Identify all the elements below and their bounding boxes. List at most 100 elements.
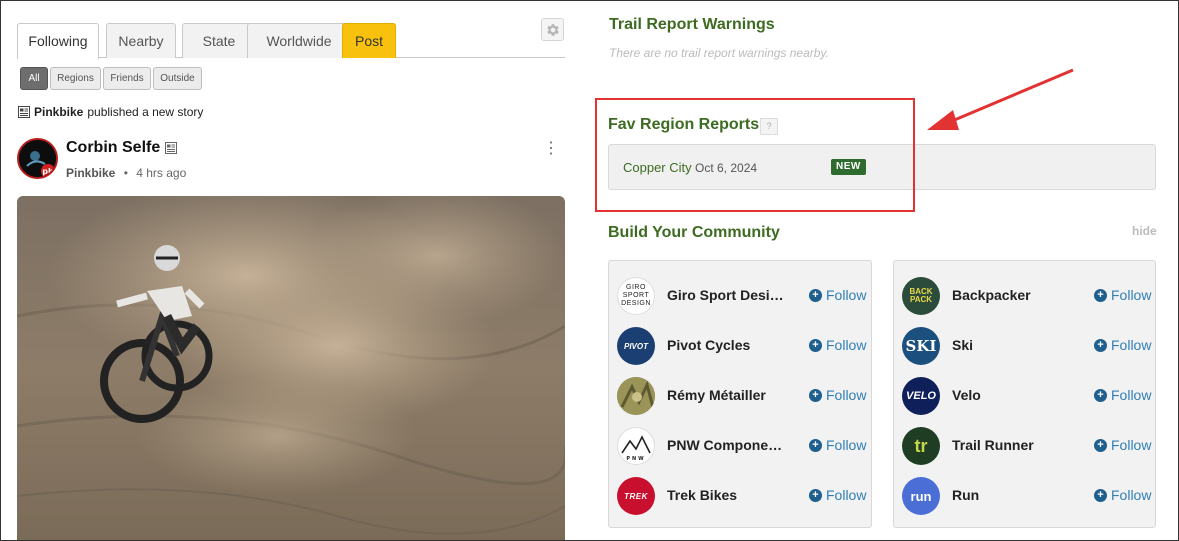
plus-icon: + [809,438,822,452]
remy-avatar-icon[interactable] [617,377,655,415]
list-item: PIVOT Pivot Cycles + Follow [609,322,871,372]
tab-state[interactable]: State [182,23,256,58]
plus-icon: + [1094,338,1107,352]
follow-button[interactable]: + Follow [809,387,866,403]
gear-icon [546,23,559,36]
feed-tabs: Following Nearby State Worldwide Post [17,23,565,59]
community-card-left: GIRO SPORT DESIGN Giro Sport Desi… + Fol… [608,260,872,528]
story-publisher[interactable]: Pinkbike [34,105,83,119]
post-time: 4 hrs ago [136,166,187,180]
brand-name[interactable]: Backpacker [952,287,1031,303]
post-button[interactable]: Post [342,23,396,58]
follow-button[interactable]: + Follow [1094,287,1151,303]
pnw-mountains: PNW [621,435,651,462]
pivot-logo-icon[interactable]: PIVOT [617,327,655,365]
follow-button[interactable]: + Follow [809,287,866,303]
follow-label: Follow [1111,437,1152,453]
list-item: tr Trail Runner + Follow [894,422,1155,472]
follow-button[interactable]: + Follow [1094,337,1151,353]
follow-button[interactable]: + Follow [1094,387,1151,403]
logo-text: tr [914,435,928,456]
author-avatar[interactable]: pb [17,138,58,179]
brand-name[interactable]: Giro Sport Desi… [667,287,784,303]
ski-logo-icon[interactable]: SKI [902,327,940,365]
follow-button[interactable]: + Follow [809,337,866,353]
follow-label: Follow [1111,337,1152,353]
list-item: SKI Ski + Follow [894,322,1155,372]
plus-icon: + [1094,288,1107,302]
brand-name[interactable]: Trek Bikes [667,487,737,503]
follow-button[interactable]: + Follow [809,487,866,503]
plus-icon: + [809,488,822,502]
follow-button[interactable]: + Follow [809,437,866,453]
hide-community-link[interactable]: hide [1132,224,1157,238]
list-item: BACK PACK Backpacker + Follow [894,272,1155,322]
follow-label: Follow [826,437,867,453]
author-name[interactable]: Corbin Selfe [66,139,178,157]
follow-button[interactable]: + Follow [1094,487,1151,503]
community-title: Build Your Community [608,224,780,241]
list-item: run Run + Follow [894,472,1155,522]
author-name-text[interactable]: Corbin Selfe [66,139,160,157]
avatar-badge: pb [42,167,54,176]
list-item: TREK Trek Bikes + Follow [609,472,871,522]
meta-separator: • [123,166,128,180]
story-note-text: published a new story [87,105,204,119]
brand-name[interactable]: PNW Compone… [667,437,782,453]
follow-label: Follow [1111,487,1152,503]
brand-name[interactable]: Rémy Métailler [667,387,766,403]
trail-runner-logo-icon[interactable]: tr [902,427,940,465]
trail-warnings-empty: There are no trail report warnings nearb… [609,46,829,60]
tab-following[interactable]: Following [17,23,99,59]
remy-photo [617,377,655,415]
pnw-logo-icon[interactable]: PNW [617,427,655,465]
newspaper-icon [165,142,178,154]
follow-label: Follow [1111,387,1152,403]
post-source[interactable]: Pinkbike [66,166,115,180]
plus-icon: + [809,288,822,302]
annotation-arrow-icon [927,68,1074,130]
run-logo-icon[interactable]: run [902,477,940,515]
backpacker-logo-icon[interactable]: BACK PACK [902,277,940,315]
post-meta: Pinkbike • 4 hrs ago [66,166,186,180]
trek-logo-icon[interactable]: TREK [617,477,655,515]
tab-worldwide[interactable]: Worldwide [247,23,351,58]
plus-icon: + [809,338,822,352]
logo-text: SKI [905,337,937,355]
svg-text:PNW: PNW [626,456,645,462]
list-item: Rémy Métailler + Follow [609,372,871,422]
filter-all[interactable]: All [20,67,48,90]
tab-nearby[interactable]: Nearby [106,23,176,58]
logo-text: BACK PACK [909,287,933,304]
list-item: VELO Velo + Follow [894,372,1155,422]
brand-name[interactable]: Run [952,487,979,503]
list-item: GIRO SPORT DESIGN Giro Sport Desi… + Fol… [609,272,871,322]
follow-label: Follow [826,387,867,403]
brand-name[interactable]: Pivot Cycles [667,337,750,353]
giro-logo-icon[interactable]: GIRO SPORT DESIGN [617,277,655,315]
brand-name[interactable]: Velo [952,387,981,403]
brand-name[interactable]: Trail Runner [952,437,1034,453]
follow-label: Follow [826,337,867,353]
filter-friends[interactable]: Friends [103,67,151,90]
story-notification: Pinkbike published a new story [18,105,203,119]
annotation-highlight-box [595,98,915,212]
post-photo[interactable] [17,196,565,541]
follow-button[interactable]: + Follow [1094,437,1151,453]
list-item: PNW PNW Compone… + Follow [609,422,871,472]
more-options-icon[interactable]: ⋮ [543,141,559,157]
logo-text: TREK [624,491,648,501]
plus-icon: + [1094,438,1107,452]
filter-regions[interactable]: Regions [50,67,101,90]
brand-name[interactable]: Ski [952,337,973,353]
newspaper-icon [18,106,30,118]
logo-text: PIVOT [623,341,648,351]
settings-button[interactable] [541,18,564,41]
velo-logo-icon[interactable]: VELO [902,377,940,415]
logo-text: GIRO SPORT DESIGN [621,284,651,307]
follow-label: Follow [826,487,867,503]
plus-icon: + [1094,388,1107,402]
filter-outside[interactable]: Outside [153,67,202,90]
logo-text: run [910,488,932,504]
dust-rider-image [17,196,565,541]
